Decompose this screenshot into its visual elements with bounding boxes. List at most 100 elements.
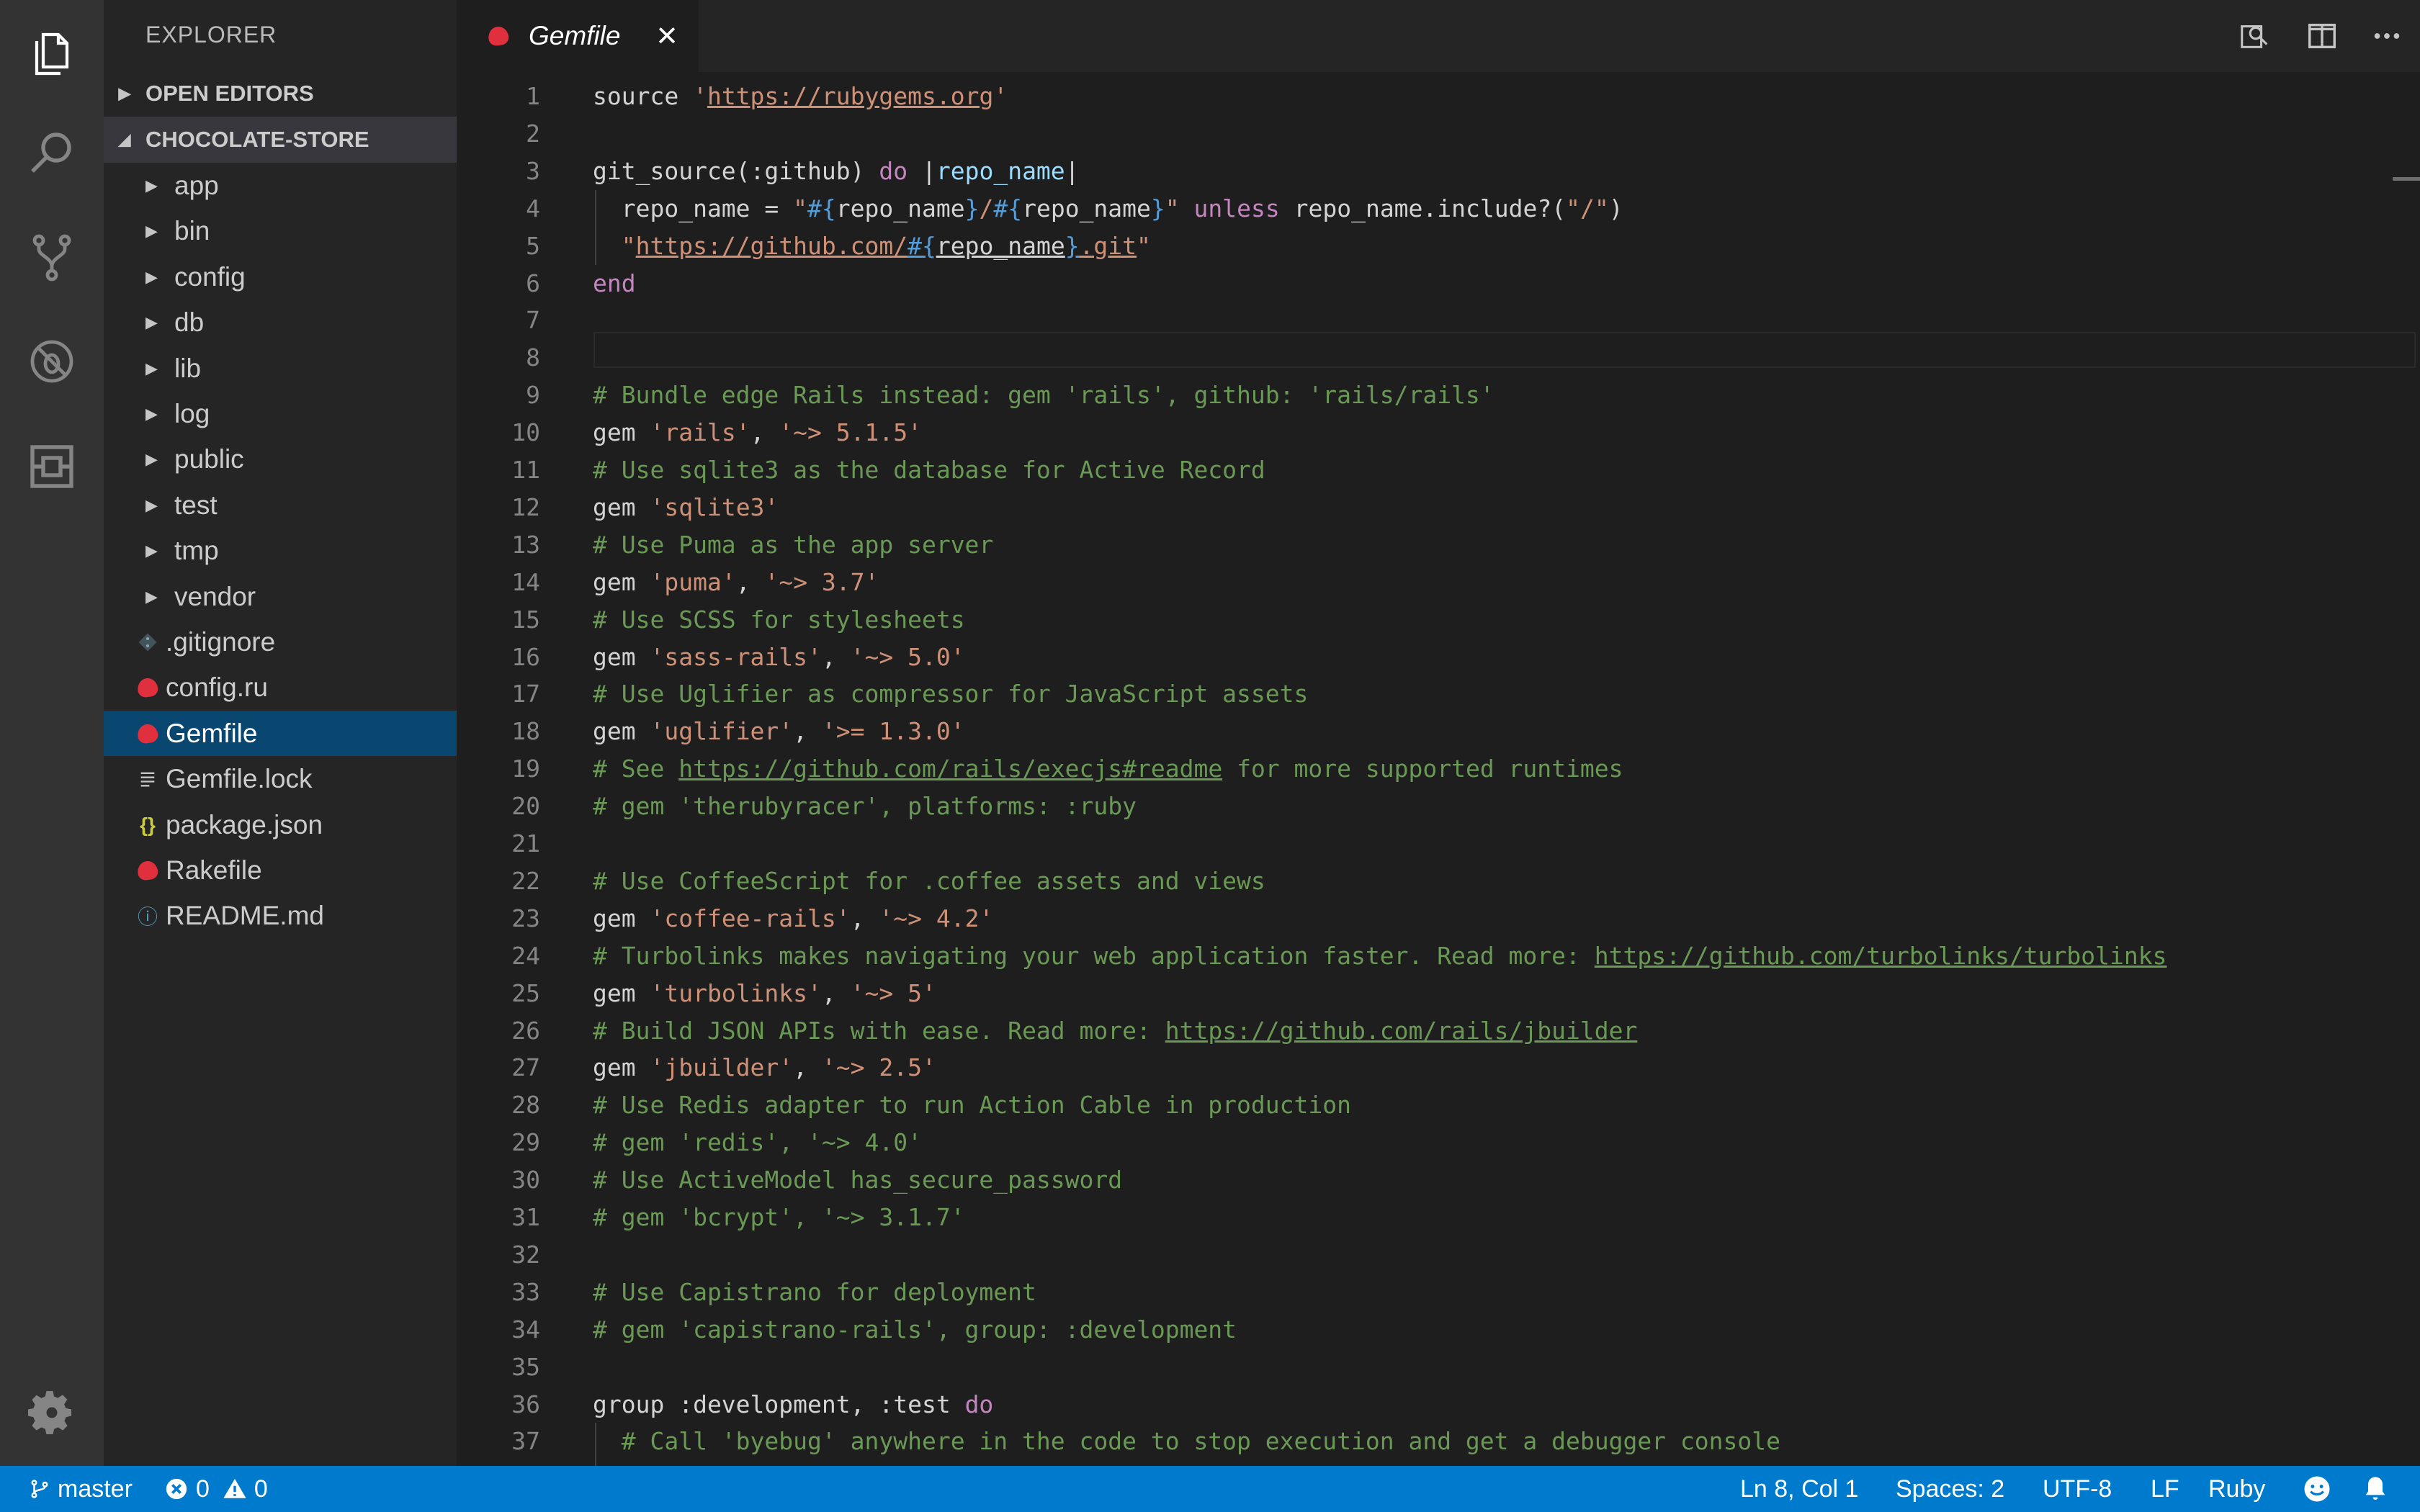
branch-indicator[interactable]: master: [29, 1466, 133, 1512]
line-number: 3: [526, 157, 540, 185]
settings-gear-icon[interactable]: [0, 1369, 104, 1456]
split-editor-icon[interactable]: [2300, 14, 2344, 58]
code-text: gem 'jbuilder', '~> 2.5': [593, 1053, 936, 1081]
chevron-right-icon: ▶: [118, 84, 131, 102]
code-editor[interactable]: 1 source 'https://rubygems.org' 2 3 git_sour…: [457, 72, 2420, 1466]
line-number: 24: [511, 942, 540, 970]
problems-indicator[interactable]: 0 0: [164, 1466, 268, 1512]
tree-item-package-json[interactable]: {} package.json: [104, 802, 457, 847]
line-number: 11: [511, 456, 540, 484]
encoding-setting[interactable]: UTF-8: [2043, 1466, 2112, 1512]
notifications-bell-icon[interactable]: [2361, 1466, 2390, 1512]
ruby-file-icon: [136, 676, 159, 698]
line-number: 6: [526, 269, 540, 297]
chevron-down-icon: ◢: [118, 130, 131, 148]
ruby-file-icon: [136, 722, 159, 744]
tree-item-readme-md[interactable]: ⓘ README.md: [104, 893, 457, 938]
code-text: # Bundle edge Rails instead: gem 'rails'…: [593, 381, 1494, 409]
tree-item-vendor[interactable]: ▶ vendor: [104, 574, 457, 619]
activity-bar: [0, 0, 104, 1466]
open-changes-icon[interactable]: [2233, 14, 2276, 58]
tree-item-bin[interactable]: ▶ bin: [104, 208, 457, 253]
json-braces-icon: {}: [140, 813, 156, 836]
status-bar: master 0 0 Ln 8, Col 1 Spaces: 2 UTF-8 L…: [0, 1466, 2420, 1512]
tab-gemfile[interactable]: Gemfile ✕: [457, 0, 699, 72]
open-editors-label: OPEN EDITORS: [145, 81, 314, 106]
chevron-right-icon: ▶: [145, 176, 158, 194]
tree-item-gemfile[interactable]: Gemfile: [104, 711, 457, 756]
tab-bar: Gemfile ✕: [457, 0, 2420, 72]
tree-item-label: config.ru: [166, 672, 268, 702]
tree-item-label: tmp: [174, 535, 219, 565]
files-icon[interactable]: [0, 9, 104, 95]
code-line: 34 # gem 'capistrano-rails', group: :deve…: [457, 1311, 2420, 1349]
tree-item-config-ru[interactable]: config.ru: [104, 665, 457, 710]
line-number: 33: [511, 1278, 540, 1306]
code-text: # Call 'byebug' anywhere in the code to …: [593, 1427, 1781, 1455]
code-text: # Turbolinks makes navigating your web a…: [593, 942, 2167, 970]
tree-item-label: public: [174, 444, 244, 474]
feedback-smiley-icon[interactable]: [2302, 1466, 2332, 1512]
code-text: # Use Uglifier as compressor for JavaScr…: [593, 680, 1309, 708]
tree-item-label: Gemfile: [166, 718, 258, 748]
code-text: gem 'byebug', platforms: [:mri, :mingw, …: [593, 1460, 1351, 1466]
debug-icon[interactable]: [0, 318, 104, 405]
code-text: # Use sqlite3 as the database for Active…: [593, 456, 1265, 484]
tree-item-rakefile[interactable]: Rakefile: [104, 847, 457, 893]
line-number: 18: [511, 717, 540, 745]
explorer-title: EXPLORER: [145, 22, 277, 48]
code-text: # gem 'therubyracer', platforms: :ruby: [593, 792, 1137, 820]
tree-item-test[interactable]: ▶ test: [104, 482, 457, 528]
info-icon: ⓘ: [137, 905, 158, 928]
chevron-right-icon: ▶: [145, 359, 158, 377]
code-text: # gem 'redis', '~> 4.0': [593, 1128, 922, 1156]
tree-item-label: bin: [174, 215, 210, 246]
line-number: 20: [511, 792, 540, 820]
code-line: 3 git_source(:github) do |repo_name|: [457, 153, 2420, 190]
tree-item-public[interactable]: ▶ public: [104, 436, 457, 482]
search-icon[interactable]: [0, 111, 104, 197]
tree-item-label: config: [174, 261, 246, 292]
tree-item-config[interactable]: ▶ config: [104, 254, 457, 300]
tree-item-db[interactable]: ▶ db: [104, 300, 457, 345]
extensions-icon[interactable]: [0, 423, 104, 510]
tree-item-gemfile-lock[interactable]: Gemfile.lock: [104, 756, 457, 801]
code-line: 4 repo_name = "#{repo_name}/#{repo_name}…: [457, 190, 2420, 228]
project-section[interactable]: ◢ CHOCOLATE-STORE: [104, 117, 457, 163]
line-number: 19: [511, 755, 540, 783]
code-text: # gem 'bcrypt', '~> 3.1.7': [593, 1203, 965, 1231]
line-number: 9: [526, 381, 540, 409]
code-line: 16 gem 'sass-rails', '~> 5.0': [457, 639, 2420, 676]
language-mode[interactable]: Ruby: [2208, 1466, 2265, 1512]
code-line: 20 # gem 'therubyracer', platforms: :ruby: [457, 788, 2420, 825]
line-number: 26: [511, 1017, 540, 1045]
line-number: 30: [511, 1166, 540, 1194]
warning-count: 0: [254, 1475, 268, 1503]
tree-item-log[interactable]: ▶ log: [104, 391, 457, 436]
tree-item-label: app: [174, 170, 219, 200]
branch-label: master: [58, 1475, 133, 1503]
eol-setting[interactable]: LF: [2151, 1466, 2179, 1512]
ruby-file-icon: [136, 859, 159, 881]
code-line: 22 # Use CoffeeScript for .coffee assets …: [457, 863, 2420, 900]
code-line: 13 # Use Puma as the app server: [457, 526, 2420, 564]
indentation-setting[interactable]: Spaces: 2: [1896, 1466, 2004, 1512]
open-editors-section[interactable]: ▶ OPEN EDITORS: [104, 71, 457, 117]
more-actions-icon[interactable]: [2365, 14, 2408, 58]
code-text: group :development, :test do: [593, 1390, 994, 1418]
source-control-icon[interactable]: [0, 215, 104, 301]
tree-item-lib[interactable]: ▶ lib: [104, 346, 457, 391]
cursor-position[interactable]: Ln 8, Col 1: [1740, 1466, 1858, 1512]
tree-item-label: README.md: [166, 900, 324, 930]
tree-item-tmp[interactable]: ▶ tmp: [104, 528, 457, 573]
tree-item-label: lib: [174, 353, 202, 383]
code-text: "https://github.com/#{repo_name}.git": [621, 232, 1151, 260]
code-text: # Build JSON APIs with ease. Read more: …: [593, 1017, 1638, 1045]
code-line: 23 gem 'coffee-rails', '~> 4.2': [457, 900, 2420, 937]
code-text: gem 'puma', '~> 3.7': [593, 568, 879, 596]
close-icon[interactable]: ✕: [655, 20, 678, 53]
line-number: 4: [526, 194, 540, 222]
line-number: 32: [511, 1241, 540, 1269]
tree-item-app[interactable]: ▶ app: [104, 163, 457, 208]
tree-item-gitignore[interactable]: .gitignore: [104, 619, 457, 665]
